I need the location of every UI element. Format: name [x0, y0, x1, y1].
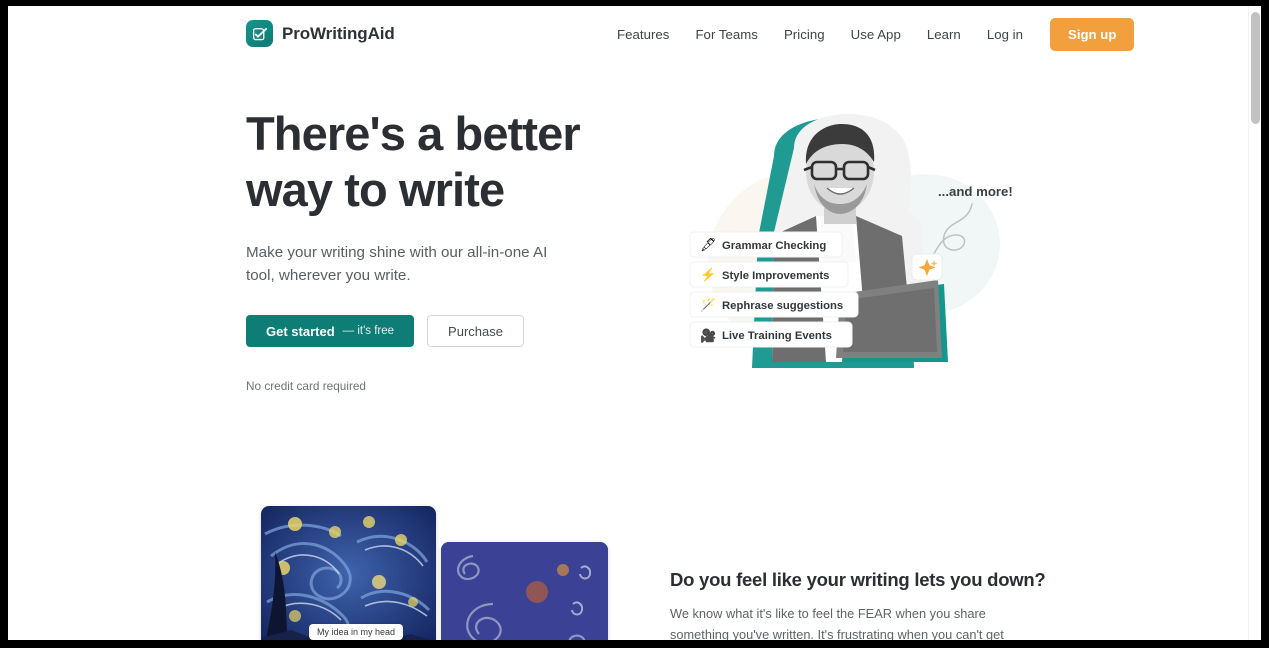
get-started-sublabel: — it's free [342, 325, 395, 337]
hero-title-line-1: There's a better [246, 107, 581, 160]
simplified-painting [441, 542, 608, 640]
nav-item-log-in[interactable]: Log in [974, 21, 1036, 48]
painting-caption: My idea in my head [309, 624, 404, 640]
nav-item-learn[interactable]: Learn [914, 21, 974, 48]
feature-pill-live-training-events: 🎥 Live Training Events [689, 321, 853, 348]
no-credit-card-note: No credit card required [246, 379, 366, 393]
hero-title-line-2: way to write [246, 163, 505, 216]
nav-item-features[interactable]: Features [604, 21, 682, 48]
get-started-label: Get started [266, 323, 335, 339]
page-viewport: ProWritingAid Features For Teams Pricing… [8, 6, 1261, 640]
feature-pill-rephrase-suggestions: 🪄 Rephrase suggestions [689, 291, 859, 318]
get-started-button[interactable]: Get started — it's free [246, 315, 415, 347]
primary-nav: Features For Teams Pricing Use App Learn… [604, 6, 1135, 62]
hero-illustration: ...and more! 🖋 Grammar Checking ⚡ Style … [676, 112, 1024, 394]
feature-pill-grammar-checking: 🖋 Grammar Checking [689, 231, 843, 258]
lower-section: Do you feel like your writing lets you d… [670, 569, 1046, 640]
feature-pill-style-improvements: ⚡ Style Improvements [689, 261, 849, 288]
lower-section-body: We know what it's like to feel the FEAR … [670, 606, 1004, 640]
magic-wand-icon: 🪄 [700, 297, 716, 312]
hero-section: There's a better way to write Make your … [246, 106, 626, 393]
brand-logo-link[interactable]: ProWritingAid [246, 20, 395, 47]
hero-title: There's a better way to write [246, 106, 626, 218]
lightning-bolt-icon: ⚡ [700, 267, 716, 283]
paintings-illustration: My idea in my head [253, 500, 608, 640]
scrollbar-thumb[interactable] [1251, 12, 1260, 124]
prowritingaid-logo-icon [246, 20, 273, 47]
viewport-bottom-edge [0, 640, 1269, 648]
site-header: ProWritingAid Features For Teams Pricing… [8, 6, 1248, 62]
hero-cta-group: Get started — it's free Purchase [246, 315, 626, 347]
video-camera-icon: 🎥 [700, 328, 716, 343]
svg-text:Rephrase suggestions: Rephrase suggestions [722, 300, 843, 312]
hero-subtitle: Make your writing shine with our all-in-… [246, 244, 548, 284]
fountain-pen-icon: 🖋 [700, 237, 717, 252]
sparkles-icon [911, 253, 943, 281]
brand-name: ProWritingAid [282, 23, 395, 43]
and-more-label: ...and more! [938, 184, 1013, 199]
lower-section-title: Do you feel like your writing lets you d… [670, 569, 1046, 590]
svg-text:Grammar Checking: Grammar Checking [722, 240, 826, 252]
svg-text:Live Training Events: Live Training Events [722, 330, 832, 342]
purchase-button[interactable]: Purchase [427, 315, 524, 347]
svg-text:Style Improvements: Style Improvements [722, 270, 829, 282]
nav-item-pricing[interactable]: Pricing [771, 21, 838, 48]
nav-item-use-app[interactable]: Use App [838, 21, 914, 48]
browser-window: ProWritingAid Features For Teams Pricing… [0, 0, 1269, 648]
page-content: ProWritingAid Features For Teams Pricing… [8, 6, 1248, 640]
starry-night-painting: My idea in my head [261, 506, 436, 640]
sign-up-button[interactable]: Sign up [1050, 17, 1135, 51]
vertical-scrollbar[interactable] [1248, 6, 1261, 640]
nav-item-for-teams[interactable]: For Teams [682, 21, 771, 48]
